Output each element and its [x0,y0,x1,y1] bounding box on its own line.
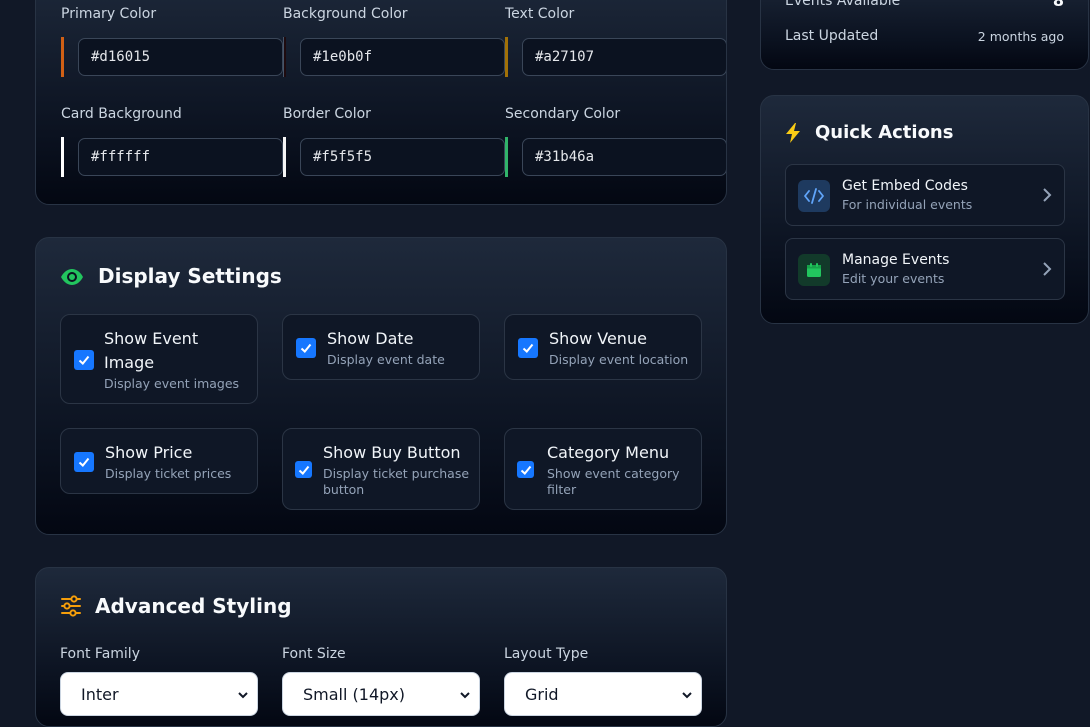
text-color-label: Text Color [505,6,575,22]
last-updated-value: 2 months ago [977,29,1064,44]
get-embed-codes-action[interactable]: Get Embed Codes For individual events [785,164,1065,226]
chevron-down-icon [460,692,470,699]
quick-actions-card: Quick Actions Get Embed Codes For indivi… [760,95,1089,324]
background-color-label: Background Color [283,6,408,22]
show-date-checkbox[interactable] [296,338,316,358]
lightning-icon [784,123,802,143]
category-menu-label: Category Menu [547,443,670,462]
chevron-right-icon [1043,262,1052,276]
sliders-icon [60,595,82,617]
show-event-image-label: Show Event Image [104,329,199,372]
option-show-event-image[interactable]: Show Event Image Display event images [60,314,258,404]
background-color-swatch[interactable] [283,37,286,77]
stats-card: Events Available 8 Last Updated 2 months… [760,0,1089,70]
primary-color-input[interactable] [78,38,283,76]
font-family-value: Inter [81,685,119,704]
category-menu-checkbox[interactable] [517,461,534,478]
option-show-venue[interactable]: Show Venue Display event location [504,314,702,380]
show-venue-checkbox[interactable] [518,338,538,358]
option-category-menu[interactable]: Category Menu Show event category filter [504,428,702,510]
eye-icon [60,265,84,289]
chevron-down-icon [238,692,248,699]
border-color-input[interactable] [300,138,505,176]
background-color-input[interactable] [300,38,505,76]
get-embed-codes-title: Get Embed Codes [842,178,968,194]
show-buy-button-label: Show Buy Button [323,443,461,462]
show-date-desc: Display event date [327,352,445,367]
option-show-price[interactable]: Show Price Display ticket prices [60,428,258,494]
layout-type-select[interactable]: Grid [504,672,702,716]
show-venue-desc: Display event location [549,352,689,367]
display-settings-card: Display Settings Show Event Image Displa… [35,237,727,535]
manage-events-subtitle: Edit your events [842,271,945,286]
category-menu-desc: Show event category filter [547,466,680,497]
calendar-icon [798,254,830,286]
layout-type-label: Layout Type [504,646,589,662]
show-event-image-desc: Display event images [104,376,240,391]
secondary-color-swatch[interactable] [505,137,508,177]
advanced-styling-card: Advanced Styling Font Family Inter Font … [35,567,727,727]
chevron-right-icon [1043,188,1052,202]
last-updated-label: Last Updated [785,28,879,44]
colors-card: Primary Color Background Color Text Colo… [35,0,727,205]
card-background-label: Card Background [61,106,182,122]
display-settings-title: Display Settings [98,264,282,288]
secondary-color-input[interactable] [522,138,726,176]
show-price-label: Show Price [105,443,193,462]
manage-events-action[interactable]: Manage Events Edit your events [785,238,1065,300]
secondary-color-label: Secondary Color [505,106,621,122]
quick-actions-title: Quick Actions [815,122,954,143]
events-available-label: Events Available [785,0,901,9]
primary-color-swatch[interactable] [61,37,64,77]
manage-events-title: Manage Events [842,252,950,268]
card-background-input[interactable] [78,138,283,176]
option-show-buy-button[interactable]: Show Buy Button Display ticket purchase … [282,428,480,510]
show-date-label: Show Date [327,329,414,348]
font-family-label: Font Family [60,646,140,662]
border-color-swatch[interactable] [283,137,286,177]
text-color-swatch[interactable] [505,37,508,77]
get-embed-codes-subtitle: For individual events [842,197,973,212]
events-available-value: 8 [1052,0,1064,10]
option-show-date[interactable]: Show Date Display event date [282,314,480,380]
show-buy-button-checkbox[interactable] [295,461,312,478]
primary-color-label: Primary Color [61,6,157,22]
font-size-label: Font Size [282,646,346,662]
font-size-select[interactable]: Small (14px) [282,672,480,716]
font-family-select[interactable]: Inter [60,672,258,716]
layout-type-value: Grid [525,685,559,704]
font-size-value: Small (14px) [303,685,405,704]
show-venue-label: Show Venue [549,329,647,348]
text-color-input[interactable] [522,38,726,76]
border-color-label: Border Color [283,106,371,122]
show-price-checkbox[interactable] [74,452,94,472]
chevron-down-icon [682,692,692,699]
card-background-swatch[interactable] [61,137,64,177]
show-buy-button-desc: Display ticket purchase button [323,466,470,497]
show-event-image-checkbox[interactable] [74,350,94,370]
show-price-desc: Display ticket prices [105,466,232,481]
advanced-styling-title: Advanced Styling [95,594,292,618]
code-icon [798,180,830,212]
